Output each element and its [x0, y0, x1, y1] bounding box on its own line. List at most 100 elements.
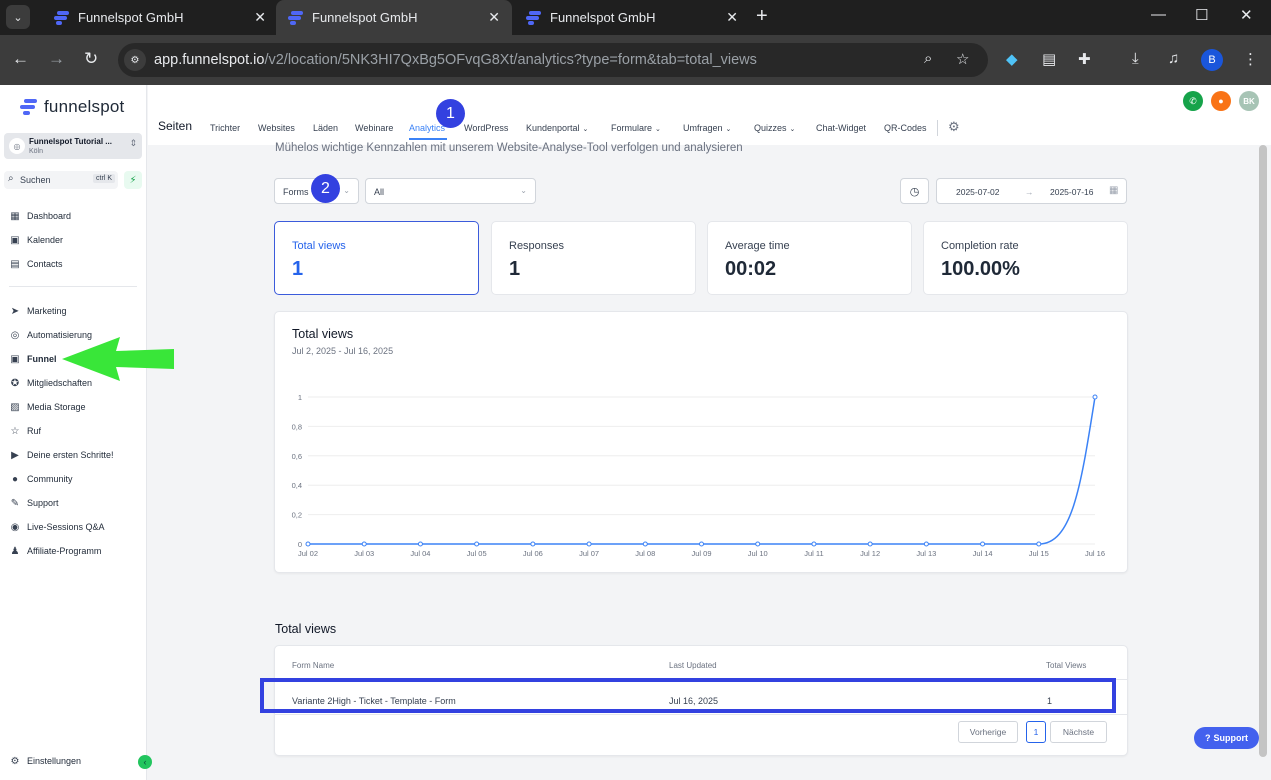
stat-card-completion-rate[interactable]: Completion rate 100.00% — [923, 221, 1128, 295]
date-range-picker[interactable]: 2025-07-02 → 2025-07-16 ▦ — [936, 178, 1127, 204]
pagination-next-button[interactable]: Nächste — [1050, 721, 1107, 743]
close-tab-icon[interactable]: ✕ — [488, 9, 500, 26]
stat-card-responses[interactable]: Responses 1 — [491, 221, 696, 295]
phone-icon[interactable]: ✆ — [1183, 91, 1203, 111]
sidebar-search[interactable]: ⌕ Suchen ctrl K — [4, 171, 118, 189]
puzzle-icon[interactable]: ✚ — [1078, 50, 1091, 68]
tab-kundenportal[interactable]: Kundenportal ⌄ — [526, 123, 588, 133]
reload-icon[interactable]: ↻ — [84, 49, 98, 69]
data-point — [755, 541, 761, 547]
minimize-icon[interactable]: — — [1151, 6, 1166, 23]
highlight-box — [260, 678, 1116, 713]
account-name: Funnelspot Tutorial ... — [29, 137, 112, 146]
sidebar-item-settings[interactable]: ⚙ Einstellungen — [9, 753, 82, 769]
sidebar-item-dashboard[interactable]: ▦ Dashboard — [9, 208, 71, 224]
back-icon[interactable]: ← — [12, 49, 29, 69]
pagination-prev-button[interactable]: Vorherige — [958, 721, 1018, 743]
tab-webinare[interactable]: Webinare — [355, 123, 393, 133]
sidebar-item-funnel[interactable]: ▣ Funnel — [9, 351, 56, 367]
sidebar-item-affiliate-programm[interactable]: ♟ Affiliate-Programm — [9, 543, 102, 559]
tab-formulare[interactable]: Formulare ⌄ — [611, 123, 661, 133]
chevron-down-icon: ⌄ — [655, 126, 661, 133]
download-icon[interactable]: ⤓ — [1132, 50, 1139, 67]
close-tab-icon[interactable]: ✕ — [726, 9, 738, 26]
annotation-arrow — [62, 337, 174, 381]
brand-logo[interactable]: funnelspot — [20, 97, 124, 117]
funnelspot-favicon-icon — [526, 10, 542, 25]
data-point — [642, 541, 648, 547]
tab-quizzes[interactable]: Quizzes ⌄ — [754, 123, 795, 133]
profile-avatar[interactable]: B — [1201, 49, 1223, 71]
notification-bell-icon[interactable]: ● — [1211, 91, 1231, 111]
tab-umfragen[interactable]: Umfragen ⌄ — [683, 123, 731, 133]
sidebar-item-ruf[interactable]: ☆ Ruf — [9, 423, 42, 439]
stat-card-average-time[interactable]: Average time 00:02 — [707, 221, 912, 295]
calendar-icon: ▦ — [1109, 185, 1119, 196]
tab-analytics[interactable]: Analytics — [409, 123, 445, 133]
send-icon: ➤ — [10, 305, 20, 317]
sidebar-item-deine-ersten-schritte-[interactable]: ▶ Deine ersten Schritte! — [9, 447, 113, 463]
tab-chat-widget[interactable]: Chat-Widget — [816, 123, 866, 133]
tab-wordpress[interactable]: WordPress — [464, 123, 508, 133]
sidebar-item-community[interactable]: ● Community — [9, 471, 73, 487]
window-close-icon[interactable]: ✕ — [1240, 6, 1253, 24]
y-tick-label: 0,6 — [292, 452, 302, 461]
tab-l-den[interactable]: Läden — [313, 123, 338, 133]
sidebar-item-marketing[interactable]: ➤ Marketing — [9, 303, 67, 319]
data-point — [923, 541, 929, 547]
series-line — [307, 396, 1096, 545]
extension-icon[interactable]: ◆ — [1006, 50, 1018, 68]
tab-qr-codes[interactable]: QR-Codes — [884, 123, 927, 133]
media-control-icon[interactable]: ♫ — [1168, 50, 1179, 67]
user-avatar[interactable]: BK — [1239, 91, 1259, 111]
gear-icon: ⚙ — [10, 755, 20, 767]
line-chart: 0 0,2 0,4 0,6 0,8 1 Jul 02 Jul 03 Jul 04 Jul 05 Ju… — [292, 393, 1105, 558]
support-button[interactable]: ? Support — [1194, 727, 1259, 749]
nav-divider — [937, 120, 938, 136]
sidebar-item-kalender[interactable]: ▣ Kalender — [9, 232, 63, 248]
column-header-total-views: Total Views — [1046, 661, 1087, 670]
data-point — [811, 541, 817, 547]
chevron-down-icon: ⌄ — [789, 126, 796, 133]
step-marker-1: 1 — [436, 99, 465, 128]
tab-websites[interactable]: Websites — [258, 123, 295, 133]
stat-card-total-views[interactable]: Total views 1 — [274, 221, 479, 295]
close-tab-icon[interactable]: ✕ — [254, 9, 266, 26]
maximize-icon[interactable]: ☐ — [1195, 6, 1208, 24]
bookmark-star-icon[interactable]: ☆ — [956, 50, 969, 68]
stat-label: Completion rate — [941, 240, 1019, 252]
data-point — [699, 541, 704, 547]
wrench-icon: ✎ — [10, 497, 20, 509]
funnel-icon: ▣ — [10, 353, 20, 365]
forward-icon[interactable]: → — [48, 49, 65, 69]
account-switcher[interactable]: ◎ Funnelspot Tutorial ... Köln ⇕ — [4, 133, 142, 159]
tab-search-chevron-icon[interactable]: ⌄ — [6, 5, 30, 29]
sidebar-item-media-storage[interactable]: ▨ Media Storage — [9, 399, 85, 415]
quick-action-bolt-icon[interactable]: ⚡ — [124, 171, 142, 189]
settings-gear-icon[interactable]: ⚙ — [948, 119, 960, 135]
table-section-title: Total views — [275, 622, 337, 636]
star-icon: ☆ — [10, 425, 20, 437]
page-title: Seiten — [158, 119, 193, 133]
scrollbar[interactable] — [1259, 145, 1267, 757]
site-settings-icon[interactable]: ⚙ — [124, 49, 146, 71]
browser-tab[interactable]: Funnelspot GmbH ✕ — [514, 0, 750, 35]
url-text[interactable]: app.funnelspot.io/v2/location/5NK3HI7QxB… — [154, 52, 757, 68]
sidebar-item-live-sessions-q-a[interactable]: ◉ Live-Sessions Q&A — [9, 519, 105, 535]
code-extension-icon[interactable]: ▤ — [1042, 50, 1056, 68]
step-marker-2: 2 — [311, 174, 340, 203]
filter-select[interactable]: All ⌄ — [365, 178, 536, 204]
sidebar-item-support[interactable]: ✎ Support — [9, 495, 59, 511]
clock-icon[interactable]: ◷ — [900, 178, 929, 204]
tab-trichter[interactable]: Trichter — [210, 123, 240, 133]
browser-tab[interactable]: Funnelspot GmbH ✕ — [42, 0, 278, 35]
browser-tab-active[interactable]: Funnelspot GmbH ✕ — [276, 0, 512, 35]
address-bar[interactable]: ⚙ app.funnelspot.io/v2/location/5NK3HI7Q… — [118, 43, 988, 77]
zoom-icon[interactable]: ⌕ — [924, 50, 932, 67]
browser-menu-icon[interactable]: ⋮ — [1243, 50, 1258, 68]
new-tab-icon[interactable]: + — [756, 5, 768, 27]
collapse-sidebar-icon[interactable]: ‹ — [138, 755, 152, 769]
pagination-page-button[interactable]: 1 — [1026, 721, 1046, 743]
x-tick-label: Jul 02 — [298, 549, 318, 558]
sidebar-item-contacts[interactable]: ▤ Contacts — [9, 256, 62, 272]
